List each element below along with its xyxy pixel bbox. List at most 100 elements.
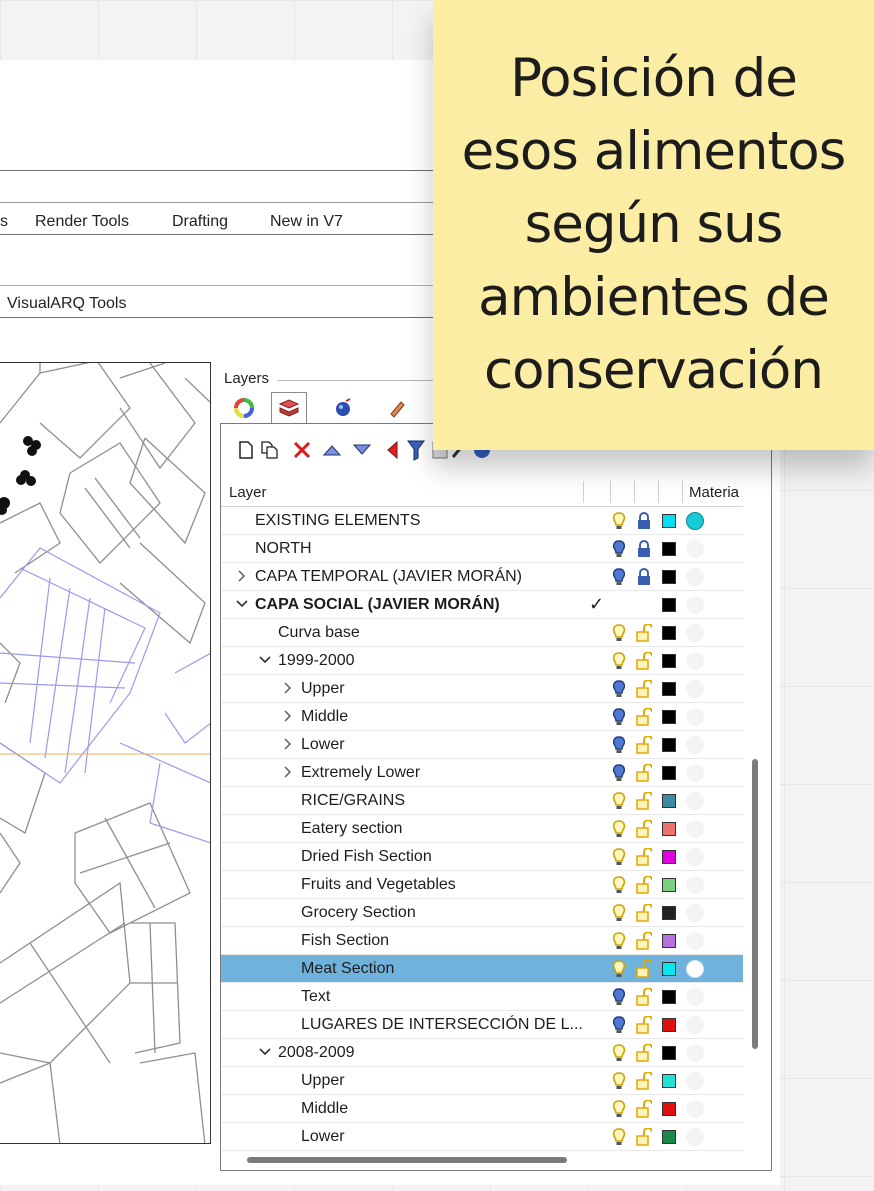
- bulb-on-icon[interactable]: [612, 652, 626, 670]
- material-sphere-icon[interactable]: [686, 1128, 704, 1146]
- layer-name[interactable]: Eatery section: [301, 820, 402, 838]
- layer-name[interactable]: Curva base: [278, 624, 360, 642]
- layer-color-swatch[interactable]: [662, 850, 676, 864]
- material-sphere-icon[interactable]: [686, 652, 704, 670]
- lock-open-icon[interactable]: [636, 763, 653, 782]
- layer-row[interactable]: Eatery section: [221, 815, 743, 843]
- layer-color-swatch[interactable]: [662, 934, 676, 948]
- material-sphere-icon[interactable]: [686, 792, 704, 810]
- chevron-down-icon[interactable]: [258, 1044, 272, 1060]
- layer-row[interactable]: CAPA SOCIAL (JAVIER MORÁN) ✓: [221, 591, 743, 619]
- bulb-on-icon[interactable]: [612, 1128, 626, 1146]
- lock-open-icon[interactable]: [636, 1043, 653, 1062]
- lock-closed-icon[interactable]: [636, 512, 652, 530]
- layer-row[interactable]: Grocery Section: [221, 899, 743, 927]
- layer-color-swatch[interactable]: [662, 1074, 676, 1088]
- chevron-right-icon[interactable]: [281, 764, 295, 780]
- bulb-off-icon[interactable]: [612, 1016, 626, 1034]
- layer-row[interactable]: Middle: [221, 703, 743, 731]
- material-sphere-icon[interactable]: [686, 680, 704, 698]
- ribbon-tab-render-tools[interactable]: Render Tools: [35, 213, 129, 231]
- chevron-right-icon[interactable]: [281, 680, 295, 696]
- layer-color-swatch[interactable]: [662, 598, 676, 612]
- lock-open-icon[interactable]: [636, 1071, 653, 1090]
- layer-color-swatch[interactable]: [662, 542, 676, 556]
- bulb-on-icon[interactable]: [612, 904, 626, 922]
- layer-color-swatch[interactable]: [662, 766, 676, 780]
- layer-row[interactable]: EXISTING ELEMENTS: [221, 507, 743, 535]
- layer-name[interactable]: 1999-2000: [278, 652, 355, 670]
- layer-name[interactable]: EXISTING ELEMENTS: [255, 512, 420, 530]
- material-sphere-icon[interactable]: [686, 764, 704, 782]
- layer-color-swatch[interactable]: [662, 794, 676, 808]
- layer-color-swatch[interactable]: [662, 1046, 676, 1060]
- layer-row[interactable]: LUGARES DE INTERSECCIÓN DE L...: [221, 1011, 743, 1039]
- material-sphere-icon[interactable]: [686, 596, 704, 614]
- lock-open-icon[interactable]: [636, 819, 653, 838]
- lock-open-icon[interactable]: [636, 931, 653, 950]
- layer-row[interactable]: CAPA TEMPORAL (JAVIER MORÁN): [221, 563, 743, 591]
- delete-icon[interactable]: [291, 438, 313, 462]
- layer-color-swatch[interactable]: [662, 1130, 676, 1144]
- lock-open-icon[interactable]: [636, 1015, 653, 1034]
- layer-name[interactable]: Lower: [301, 1128, 345, 1146]
- bulb-on-icon[interactable]: [612, 512, 626, 530]
- layer-color-swatch[interactable]: [662, 990, 676, 1004]
- layer-row[interactable]: Extremely Lower: [221, 759, 743, 787]
- horizontal-scrollbar[interactable]: [247, 1157, 567, 1163]
- pencil-icon[interactable]: [379, 392, 415, 424]
- layer-name[interactable]: Upper: [301, 1072, 345, 1090]
- filter-icon[interactable]: [405, 438, 427, 462]
- lock-open-icon[interactable]: [636, 623, 653, 642]
- column-layer[interactable]: Layer: [229, 484, 267, 501]
- lock-open-icon[interactable]: [636, 1127, 653, 1146]
- new-sublayer-icon[interactable]: [259, 438, 281, 462]
- chevron-down-icon[interactable]: [235, 596, 249, 612]
- chevron-right-icon[interactable]: [281, 736, 295, 752]
- chevron-right-icon[interactable]: [235, 568, 249, 584]
- ribbon-tab[interactable]: s: [0, 213, 8, 231]
- chevron-down-icon[interactable]: [258, 652, 272, 668]
- bulb-on-icon[interactable]: [612, 960, 626, 978]
- layer-name[interactable]: Upper: [301, 680, 345, 698]
- layer-name[interactable]: Dried Fish Section: [301, 848, 432, 866]
- layer-name[interactable]: RICE/GRAINS: [301, 792, 405, 810]
- new-layer-icon[interactable]: [235, 438, 257, 462]
- layer-row[interactable]: Text: [221, 983, 743, 1011]
- layer-color-swatch[interactable]: [662, 1102, 676, 1116]
- bulb-on-icon[interactable]: [612, 1100, 626, 1118]
- layer-row[interactable]: Curva base: [221, 619, 743, 647]
- layer-name[interactable]: Text: [301, 988, 330, 1006]
- lock-open-icon[interactable]: [636, 791, 653, 810]
- lock-open-icon[interactable]: [636, 903, 653, 922]
- lock-open-icon[interactable]: [636, 1099, 653, 1118]
- layer-color-swatch[interactable]: [662, 878, 676, 892]
- layer-color-swatch[interactable]: [662, 626, 676, 640]
- layer-name[interactable]: 2008-2009: [278, 1044, 355, 1062]
- layer-row[interactable]: NORTH: [221, 535, 743, 563]
- layer-row[interactable]: Upper: [221, 1067, 743, 1095]
- layer-color-swatch[interactable]: [662, 738, 676, 752]
- material-sphere-icon[interactable]: [686, 848, 704, 866]
- layer-row[interactable]: 2008-2009: [221, 1039, 743, 1067]
- move-out-icon[interactable]: [381, 438, 403, 462]
- layer-name[interactable]: Middle: [301, 1100, 348, 1118]
- material-sphere-icon[interactable]: [686, 988, 704, 1006]
- material-sphere-icon[interactable]: [686, 820, 704, 838]
- lock-open-icon[interactable]: [636, 679, 653, 698]
- bulb-on-icon[interactable]: [612, 932, 626, 950]
- layer-row[interactable]: Fruits and Vegetables: [221, 871, 743, 899]
- layer-name[interactable]: Grocery Section: [301, 904, 416, 922]
- layer-row[interactable]: Upper: [221, 675, 743, 703]
- layer-row[interactable]: RICE/GRAINS: [221, 787, 743, 815]
- material-sphere-icon[interactable]: [686, 1072, 704, 1090]
- material-sphere-icon[interactable]: [686, 736, 704, 754]
- material-sphere-icon[interactable]: [686, 932, 704, 950]
- layer-row[interactable]: Meat Section: [221, 955, 743, 983]
- chevron-right-icon[interactable]: [281, 708, 295, 724]
- bulb-on-icon[interactable]: [612, 876, 626, 894]
- move-down-icon[interactable]: [351, 438, 373, 462]
- bulb-on-icon[interactable]: [612, 792, 626, 810]
- bulb-off-icon[interactable]: [612, 568, 626, 586]
- bulb-off-icon[interactable]: [612, 680, 626, 698]
